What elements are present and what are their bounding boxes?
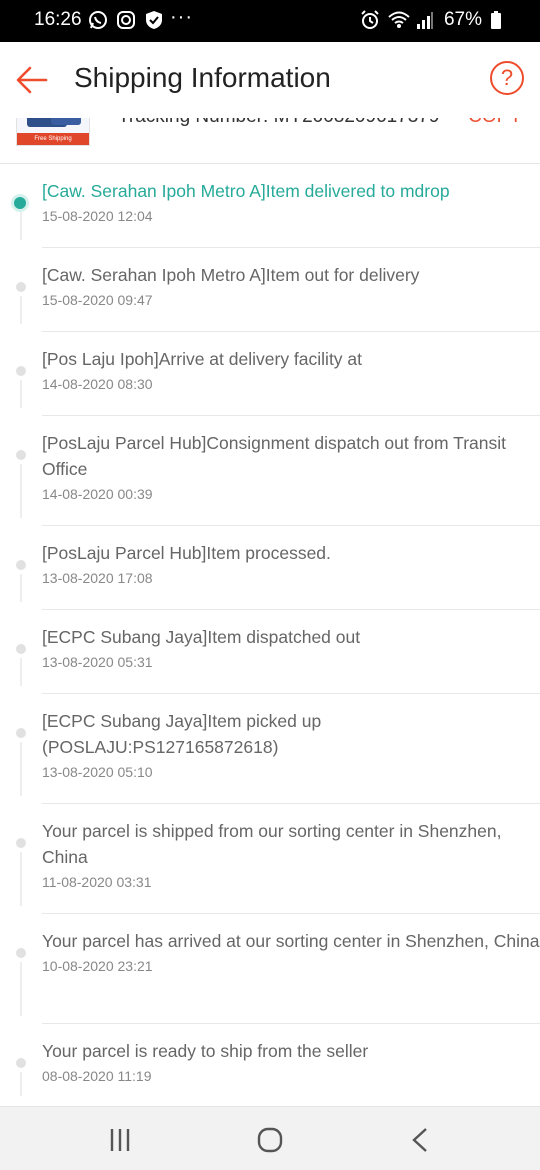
back-arrow-icon[interactable] xyxy=(14,62,50,98)
recent-apps-icon[interactable] xyxy=(100,1125,140,1155)
timeline-connector xyxy=(20,1072,22,1096)
page-title: Shipping Information xyxy=(74,62,331,93)
timeline-connector xyxy=(20,380,22,408)
timeline-connector xyxy=(20,574,22,602)
overflow-dots: ··· xyxy=(170,6,193,28)
timeline-connector xyxy=(20,212,22,240)
timeline-connector xyxy=(20,658,22,686)
timeline-connector xyxy=(20,742,22,796)
event-description: [Caw. Serahan Ipoh Metro A]Item out for … xyxy=(42,265,420,285)
wifi-icon xyxy=(388,10,410,30)
timeline-dot xyxy=(16,450,26,460)
status-time: 16:26 xyxy=(34,9,82,30)
help-icon[interactable]: ? xyxy=(490,61,524,95)
event-timestamp: 10-08-2020 23:21 xyxy=(42,958,153,974)
event-description: Your parcel is ready to ship from the se… xyxy=(42,1041,369,1061)
timeline-event: Your parcel is ready to ship from the se… xyxy=(0,1024,540,1104)
timeline-event: [Pos Laju Ipoh]Arrive at delivery facili… xyxy=(0,332,540,416)
event-timestamp: 08-08-2020 11:19 xyxy=(42,1068,152,1084)
product-summary: Free Shipping Tracking Number: MY2008209… xyxy=(0,112,540,164)
timeline-dot xyxy=(16,728,26,738)
system-nav-bar xyxy=(0,1106,540,1170)
timeline-dot xyxy=(16,366,26,376)
app-header: Shipping Information ? xyxy=(0,42,540,118)
back-nav-icon[interactable] xyxy=(400,1125,440,1155)
event-timestamp: 13-08-2020 05:31 xyxy=(42,654,153,670)
timeline-event: [ECPC Subang Jaya]Item picked up (POSLAJ… xyxy=(0,694,540,804)
status-bar: 16:26 ··· 67% xyxy=(0,0,540,42)
timeline-event: [PosLaju Parcel Hub]Item processed. 13-08… xyxy=(0,526,540,610)
timeline-connector xyxy=(20,464,22,518)
event-description: [ECPC Subang Jaya]Item dispatched out xyxy=(42,627,361,647)
timeline-event: [Caw. Serahan Ipoh Metro A]Item out for … xyxy=(0,248,540,332)
event-timestamp: 13-08-2020 17:08 xyxy=(42,570,153,586)
timeline-connector xyxy=(20,962,22,1016)
event-timestamp: 15-08-2020 12:04 xyxy=(42,208,153,224)
event-description: [Caw. Serahan Ipoh Metro A]Item delivere… xyxy=(42,181,450,201)
event-description: [ECPC Subang Jaya]Item picked up (POSLAJ… xyxy=(42,711,322,757)
event-timestamp: 11-08-2020 03:31 xyxy=(42,874,152,890)
battery-percent: 67% xyxy=(443,9,482,30)
timeline-connector xyxy=(20,852,22,906)
signal-icon xyxy=(416,10,436,30)
thumbnail-ribbon: Free Shipping xyxy=(17,133,89,145)
timeline-dot xyxy=(16,838,26,848)
instagram-icon xyxy=(116,10,136,30)
home-icon[interactable] xyxy=(250,1125,290,1155)
timeline-dot xyxy=(16,1058,26,1068)
timeline-dot-active xyxy=(14,197,26,209)
event-timestamp: 14-08-2020 08:30 xyxy=(42,376,153,392)
event-description: Your parcel is shipped from our sorting … xyxy=(42,821,502,867)
event-timestamp: 14-08-2020 00:39 xyxy=(42,486,153,502)
event-timestamp: 13-08-2020 05:10 xyxy=(42,764,153,780)
timeline-dot xyxy=(16,948,26,958)
event-description: Your parcel has arrived at our sorting c… xyxy=(42,931,540,951)
timeline-dot xyxy=(16,560,26,570)
timeline-dot xyxy=(16,644,26,654)
timeline-event: [PosLaju Parcel Hub]Consignment dispatch… xyxy=(0,416,540,526)
alarm-icon xyxy=(360,10,380,30)
timeline-connector xyxy=(20,296,22,324)
timeline-event: Your parcel has arrived at our sorting c… xyxy=(0,914,540,1024)
timeline-event: Your parcel is shipped from our sorting … xyxy=(0,804,540,914)
timeline-event: [ECPC Subang Jaya]Item dispatched out 13-… xyxy=(0,610,540,694)
event-description: [PosLaju Parcel Hub]Item processed. xyxy=(42,543,331,563)
event-description: [PosLaju Parcel Hub]Consignment dispatch… xyxy=(42,433,506,479)
event-description: [Pos Laju Ipoh]Arrive at delivery facili… xyxy=(42,349,363,369)
timeline-dot xyxy=(16,282,26,292)
whatsapp-icon xyxy=(88,10,108,30)
timeline-event: [Caw. Serahan Ipoh Metro A]Item delivere… xyxy=(0,164,540,248)
battery-icon xyxy=(490,10,510,30)
event-timestamp: 15-08-2020 09:47 xyxy=(42,292,153,308)
shield-icon xyxy=(144,10,164,30)
